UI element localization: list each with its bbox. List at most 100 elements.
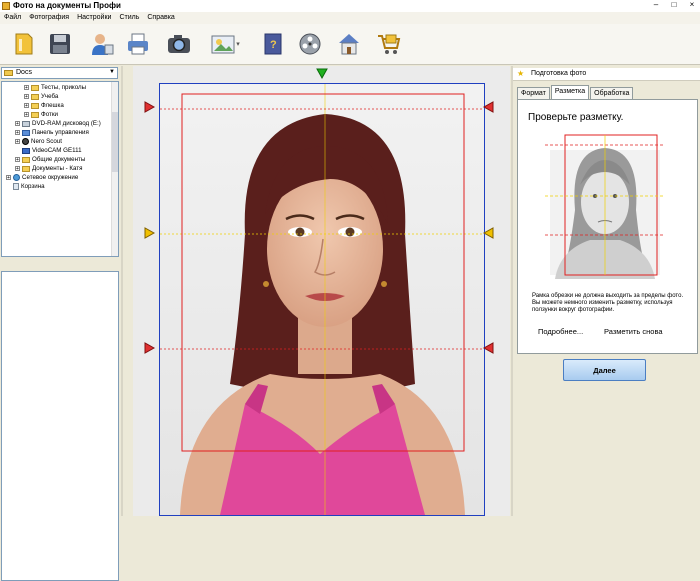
close-button[interactable]: × bbox=[686, 0, 698, 9]
star-icon: ★ bbox=[517, 69, 525, 78]
photo-workspace bbox=[133, 66, 510, 516]
tree-expander[interactable]: + bbox=[15, 130, 20, 136]
tree-item[interactable]: + Тесты, приколы bbox=[24, 83, 86, 92]
help-book-icon[interactable]: ? bbox=[259, 30, 287, 58]
tree-item-label: DVD-RAM дисковод (E:) bbox=[32, 120, 101, 127]
camera-icon[interactable] bbox=[165, 30, 193, 58]
print-icon[interactable] bbox=[124, 30, 152, 58]
folder-combo[interactable]: Docs ▼ bbox=[1, 67, 118, 79]
tree-item[interactable]: + Флешка bbox=[24, 101, 64, 110]
tree-expander[interactable]: + bbox=[15, 166, 20, 172]
home-icon[interactable] bbox=[335, 30, 363, 58]
folder-icon bbox=[22, 156, 30, 163]
tree-item-label: Учеба bbox=[41, 93, 59, 100]
bin-icon bbox=[13, 183, 19, 190]
drive-icon bbox=[22, 120, 30, 127]
portrait-photo[interactable] bbox=[159, 83, 485, 516]
tree-expander[interactable]: + bbox=[15, 139, 20, 145]
tree-expander[interactable]: + bbox=[15, 121, 20, 127]
tree-item[interactable]: + DVD-RAM дисковод (E:) bbox=[15, 119, 101, 128]
next-button[interactable]: Далее bbox=[563, 359, 646, 381]
net-icon bbox=[13, 174, 20, 181]
tab-processing[interactable]: Обработка bbox=[590, 87, 634, 99]
image-menu-icon bbox=[211, 35, 235, 54]
tree-item-label: Сетевое окружение bbox=[22, 174, 79, 181]
tree-item[interactable]: VideoCAM GE111 bbox=[15, 146, 82, 155]
toolbar: ▾ ? bbox=[0, 24, 700, 65]
file-preview-area bbox=[1, 271, 119, 581]
left-top-marker[interactable] bbox=[144, 101, 156, 113]
folder-icon bbox=[31, 102, 39, 109]
folder-tree: + Тесты, приколы + Учеба + Флешка + Фотки + DVD-R… bbox=[1, 81, 119, 257]
tree-expander[interactable]: + bbox=[24, 85, 29, 91]
tree-item-label: Флешка bbox=[41, 102, 64, 109]
right-chin-marker[interactable] bbox=[482, 342, 494, 354]
tree-item[interactable]: + Документы - Катя bbox=[15, 164, 83, 173]
tree-item[interactable]: + Сетевое окружение bbox=[6, 173, 78, 182]
folder-icon bbox=[22, 165, 30, 172]
tree-item[interactable]: + Nero Scout bbox=[15, 137, 62, 146]
menu-style[interactable]: Стиль bbox=[115, 12, 143, 24]
image-menu-button[interactable]: ▾ bbox=[207, 30, 243, 58]
menu-bar: Файл Фотография Настройки Стиль Справка bbox=[0, 12, 700, 24]
user-icon[interactable] bbox=[88, 30, 116, 58]
svg-text:?: ? bbox=[270, 39, 277, 51]
panel-icon bbox=[22, 129, 30, 136]
check-heading: Проверьте разметку. bbox=[528, 112, 624, 123]
app-icon bbox=[2, 2, 10, 10]
panel-title: Подготовка фото bbox=[531, 70, 587, 77]
tree-item-label: Документы - Катя bbox=[32, 165, 83, 172]
menu-photo[interactable]: Фотография bbox=[25, 12, 73, 24]
video-icon[interactable] bbox=[296, 30, 324, 58]
maximize-button[interactable]: □ bbox=[668, 0, 680, 9]
right-pane: ★ Подготовка фото Формат Разметка Обрабо… bbox=[513, 66, 700, 516]
folder-icon bbox=[4, 70, 13, 76]
markup-note: Рамка обрезки не должна выходить за пред… bbox=[532, 293, 684, 313]
folder-icon bbox=[31, 93, 39, 100]
image-menu-arrow: ▾ bbox=[236, 41, 240, 48]
tree-expander[interactable]: + bbox=[24, 94, 29, 100]
tree-item-label: Тесты, приколы bbox=[41, 84, 87, 91]
folder-icon bbox=[31, 111, 39, 118]
window-title: Фото на документы Профи bbox=[13, 1, 121, 10]
tree-item-label: VideoCAM GE111 bbox=[32, 147, 82, 154]
tree-scrollbar-thumb[interactable] bbox=[112, 112, 118, 172]
right-top-marker[interactable] bbox=[482, 101, 494, 113]
tree-item[interactable]: + Фотки bbox=[24, 110, 58, 119]
left-eye-marker[interactable] bbox=[144, 227, 156, 239]
tree-item[interactable]: + Общие документы bbox=[15, 155, 85, 164]
panel-header: ★ Подготовка фото bbox=[513, 68, 700, 81]
folder-combo-value: Docs bbox=[16, 69, 32, 76]
left-pane: Docs ▼ + Тесты, приколы + Учеба + Флешка + Фотк… bbox=[0, 66, 121, 581]
menu-file[interactable]: Файл bbox=[0, 12, 25, 24]
tree-expander[interactable]: + bbox=[24, 112, 29, 118]
right-eye-marker[interactable] bbox=[482, 227, 494, 239]
more-info-link[interactable]: Подробнее... bbox=[538, 327, 583, 336]
tree-item-label: Фотки bbox=[41, 111, 59, 118]
open-document-icon[interactable] bbox=[10, 30, 38, 58]
tree-scrollbar[interactable] bbox=[111, 82, 118, 256]
tree-item[interactable]: + Учеба bbox=[24, 92, 58, 101]
cam-icon bbox=[22, 147, 30, 154]
tree-item[interactable]: + Панель управления bbox=[15, 128, 89, 137]
save-icon[interactable] bbox=[46, 30, 74, 58]
top-marker[interactable] bbox=[316, 68, 328, 80]
tab-markup[interactable]: Разметка bbox=[550, 85, 590, 99]
folder-icon bbox=[31, 84, 39, 91]
tree-item-label: Общие документы bbox=[32, 156, 86, 163]
remark-again-link[interactable]: Разметить снова bbox=[604, 327, 663, 336]
tree-expander[interactable]: + bbox=[6, 175, 11, 181]
markup-guide-image bbox=[540, 130, 670, 279]
left-splitter[interactable] bbox=[121, 66, 123, 516]
cart-icon[interactable] bbox=[375, 30, 403, 58]
tree-expander[interactable]: + bbox=[24, 103, 29, 109]
chevron-down-icon[interactable]: ▼ bbox=[109, 69, 115, 75]
tree-expander[interactable]: + bbox=[15, 157, 20, 163]
left-chin-marker[interactable] bbox=[144, 342, 156, 354]
menu-settings[interactable]: Настройки bbox=[73, 12, 115, 24]
menu-help[interactable]: Справка bbox=[143, 12, 178, 24]
tab-format[interactable]: Формат bbox=[517, 87, 550, 99]
tree-item-label: Корзина bbox=[21, 183, 45, 190]
tree-item[interactable]: Корзина bbox=[6, 182, 45, 191]
minimize-button[interactable]: – bbox=[650, 0, 662, 9]
